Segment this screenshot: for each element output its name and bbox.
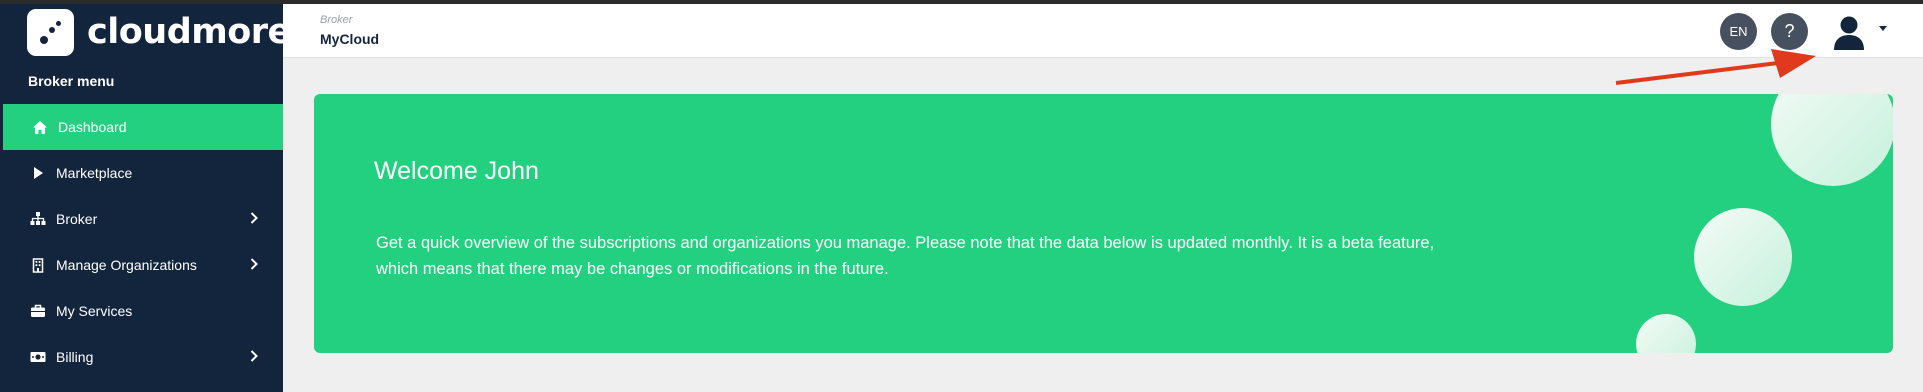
decorative-bubble — [1636, 314, 1696, 353]
home-icon — [32, 119, 48, 135]
money-icon — [30, 349, 46, 365]
sidebar-item-label: My Services — [56, 303, 133, 319]
chevron-right-icon — [250, 257, 258, 273]
sidebar-item-marketplace[interactable]: Marketplace — [0, 150, 283, 196]
sidebar-item-dashboard[interactable]: Dashboard — [3, 104, 283, 150]
decorative-bubble — [1771, 94, 1893, 186]
sidebar-item-billing[interactable]: Billing — [0, 334, 283, 380]
breadcrumb-current: MyCloud — [320, 31, 380, 47]
app-window: cloudmore Broker menu Dashboard Marketpl… — [0, 4, 1923, 392]
sidebar-item-my-services[interactable]: My Services — [0, 288, 283, 334]
sidebar-item-label: Dashboard — [58, 119, 127, 135]
welcome-description: Get a quick overview of the subscription… — [376, 234, 1435, 278]
chevron-right-icon — [250, 349, 258, 365]
play-icon — [30, 165, 46, 181]
top-bar: Broker MyCloud EN ? — [283, 4, 1923, 58]
sidebar: cloudmore Broker menu Dashboard Marketpl… — [0, 4, 291, 392]
sidebar-item-label: Billing — [56, 349, 94, 365]
user-avatar-icon[interactable] — [1829, 12, 1869, 52]
briefcase-icon — [30, 303, 46, 319]
sidebar-item-label: Broker — [56, 211, 98, 227]
help-button[interactable]: ? — [1771, 13, 1808, 50]
sidebar-item-broker[interactable]: Broker — [0, 196, 283, 242]
sidebar-nav: Dashboard Marketplace Broker Manage Orga… — [0, 104, 283, 380]
decorative-bubble — [1694, 208, 1792, 306]
sidebar-item-label: Manage Organizations — [56, 257, 197, 273]
sidebar-item-manage-organizations[interactable]: Manage Organizations — [0, 242, 283, 288]
building-icon — [30, 257, 46, 273]
welcome-title: Welcome John — [374, 157, 539, 185]
breadcrumb-parent: Broker — [320, 14, 353, 26]
user-menu-caret-icon[interactable] — [1879, 26, 1887, 31]
welcome-banner: Welcome John Get a quick overview of the… — [314, 94, 1893, 353]
brand-name: cloudmore — [87, 12, 291, 52]
sidebar-menu-title: Broker menu — [28, 73, 115, 89]
brand-logo[interactable]: cloudmore — [27, 8, 291, 56]
chevron-right-icon — [250, 211, 258, 227]
language-button[interactable]: EN — [1720, 13, 1757, 50]
sidebar-item-label: Marketplace — [56, 165, 133, 181]
sitemap-icon — [30, 211, 46, 227]
cloudmore-logo-icon — [27, 8, 74, 56]
